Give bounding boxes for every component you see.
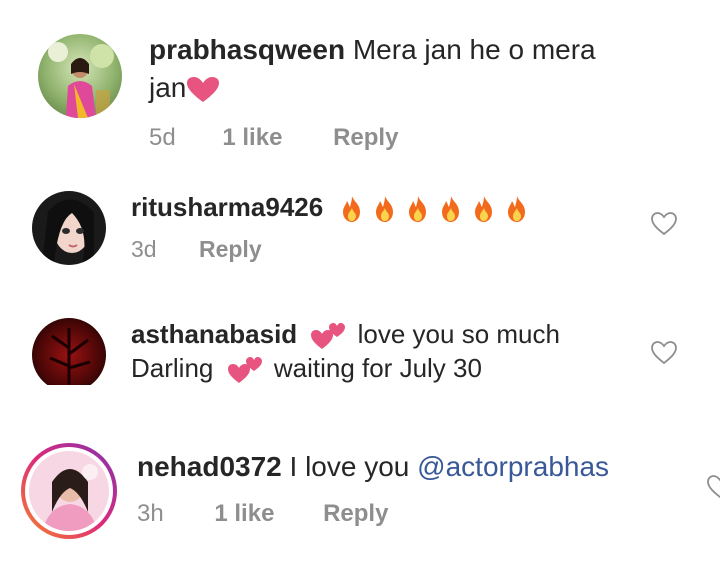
reply-button[interactable]: Reply [323,500,388,527]
comment-username[interactable]: asthanabasid [131,319,297,349]
like-heart-icon[interactable] [706,474,720,500]
two-hearts-emoji-icon [310,321,346,351]
reply-button[interactable]: Reply [199,236,262,262]
avatar[interactable] [32,318,106,392]
like-count[interactable]: 1 like [222,124,282,151]
comment-username[interactable]: nehad0372 [137,451,282,482]
comment-text: Darling [131,353,214,383]
comment-text: love you so much [357,319,560,349]
dark-red-avatar-icon [32,318,106,392]
comment-text: I love you [289,451,410,482]
mention-link[interactable]: @actorprabhas [417,451,609,482]
doll-face-avatar-icon [32,191,106,265]
reply-button[interactable]: Reply [333,124,398,151]
fire-emoji-icon [442,196,460,223]
like-heart-icon[interactable] [650,340,678,366]
fire-emoji-icon [343,196,361,223]
comments-screen: prabhasqween Mera jan he o mera jan 5d 1… [0,0,720,576]
like-count[interactable]: 1 like [214,500,274,527]
avatar[interactable] [38,34,122,118]
fire-emoji-row [338,194,536,224]
comment-text: waiting for July 30 [273,353,482,383]
girl-story-ring-avatar-icon [21,443,117,539]
fire-emoji-icon [409,196,427,223]
fire-emoji-icon [475,196,493,223]
comment-username[interactable]: ritusharma9426 [131,192,323,222]
comment-time: 3d [131,236,157,262]
comment-text: Mera jan he o mera [352,34,596,65]
like-heart-icon[interactable] [650,211,678,237]
screenshot-cut-band [0,385,720,435]
two-hearts-emoji-icon [227,355,263,385]
fire-emoji-icon [376,196,394,223]
heart-emoji-icon [186,76,220,104]
woman-pink-saree-avatar-icon [38,34,122,118]
fire-emoji-icon [508,196,526,223]
comment-time: 5d [149,124,176,151]
avatar[interactable] [20,442,118,540]
avatar[interactable] [32,191,106,265]
comment-text: jan [149,72,187,103]
comment-username[interactable]: prabhasqween [149,34,345,65]
comment-time: 3h [137,500,164,527]
